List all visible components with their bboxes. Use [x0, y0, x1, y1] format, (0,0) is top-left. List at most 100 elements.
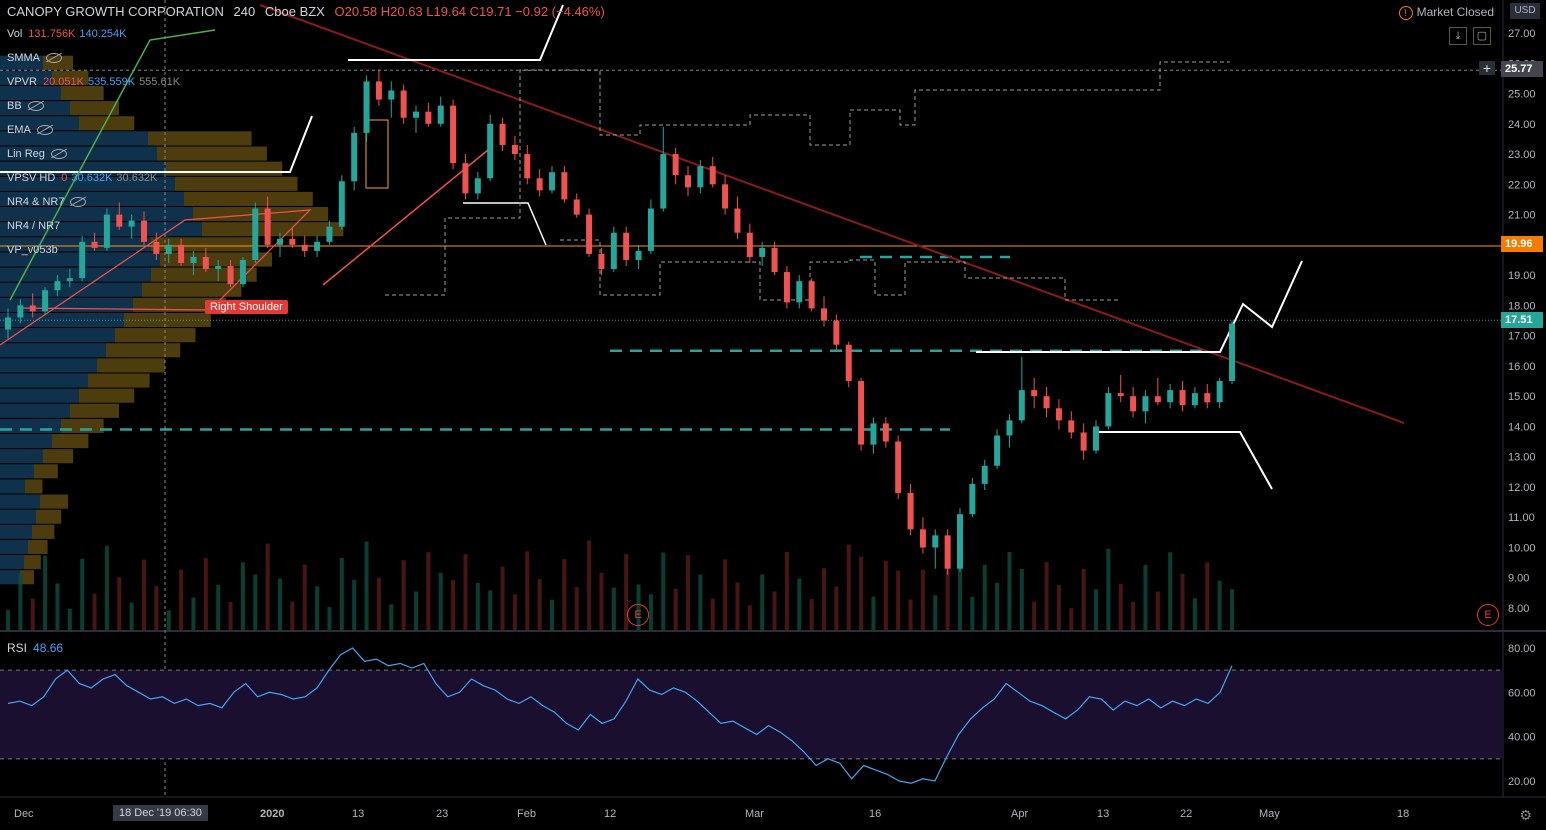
volume-bar — [871, 596, 876, 630]
candle-body — [709, 166, 716, 185]
candle-body — [351, 132, 358, 182]
indicator-row[interactable]: Vol 131.756K 140.254K — [7, 28, 127, 40]
volume-profile-bar-up — [0, 555, 24, 570]
candle-body — [796, 281, 803, 303]
indicator-row[interactable]: VPVR 20.051K 535.559K 555.61K — [7, 76, 180, 88]
candle-body — [808, 281, 815, 309]
candle-body — [1055, 408, 1062, 421]
price-chart[interactable]: 27.0026.0025.0024.0023.0022.0021.0020.00… — [0, 0, 1546, 830]
indicator-name: BB — [7, 100, 22, 112]
rsi-legend: RSI 48.66 — [7, 641, 63, 655]
indicator-row[interactable]: VP_v053b — [7, 244, 58, 256]
add-alert-button[interactable]: + — [1479, 61, 1495, 75]
indicator-row[interactable]: NR4 / NR7 — [7, 220, 60, 232]
candle-body — [1130, 396, 1137, 412]
candle-body — [994, 435, 1001, 466]
volume-profile-bar-up — [0, 570, 20, 585]
settings-gear-icon[interactable]: ⚙ — [1519, 807, 1532, 824]
rsi-label: RSI — [7, 641, 28, 655]
volume-bar — [797, 578, 802, 630]
volume-bar — [834, 586, 839, 630]
indicator-name: VPSV HD — [7, 172, 56, 184]
candle-body — [165, 244, 172, 254]
candle-body — [79, 241, 86, 279]
volume-bar — [550, 599, 554, 630]
volume-profile-bar-down — [61, 85, 104, 101]
candle-body — [1105, 393, 1112, 427]
volume-bar — [166, 610, 171, 630]
candle-body — [437, 105, 444, 124]
price-tick-label: 8.00 — [1508, 603, 1529, 615]
download-icon[interactable]: ⤓ — [1449, 27, 1467, 45]
volume-bar — [154, 586, 159, 630]
candle-body — [586, 214, 593, 254]
volume-bar — [982, 564, 987, 630]
indicator-row[interactable]: BB — [7, 100, 44, 112]
hidden-eye-icon[interactable] — [70, 197, 87, 208]
volume-profile-bar-up — [0, 343, 106, 358]
indicator-row[interactable]: EMA — [7, 124, 53, 136]
market-status-text: Market Closed — [1416, 5, 1494, 19]
earnings-marker-2[interactable]: E — [1477, 604, 1499, 626]
hidden-eye-icon[interactable] — [46, 53, 62, 64]
volume-bar — [80, 558, 85, 630]
hidden-eye-icon[interactable] — [50, 149, 67, 160]
price-tick-label: 23.00 — [1508, 149, 1536, 161]
volume-bar — [216, 584, 221, 630]
volume-bar — [92, 593, 97, 630]
indicator-name: Vol — [7, 28, 23, 40]
volume-bar — [463, 554, 468, 630]
candle-body — [919, 529, 926, 548]
candle-body — [450, 105, 457, 164]
earnings-marker-1[interactable]: E — [627, 604, 649, 626]
time-tick-label: 12 — [604, 808, 617, 820]
volume-bar — [290, 601, 295, 630]
candle-body — [1179, 390, 1186, 406]
indicator-row[interactable]: SMMA — [7, 52, 62, 64]
volume-bar — [859, 556, 864, 630]
volume-profile-bar-down — [157, 146, 267, 161]
right-shoulder-label[interactable]: Right Shoulder — [205, 300, 288, 314]
indicator-row[interactable]: Lin Reg — [7, 148, 67, 160]
price-tick-label: 25.00 — [1508, 89, 1536, 101]
candle-body — [907, 493, 914, 530]
candle-body — [54, 281, 61, 291]
candle-body — [969, 483, 976, 515]
price-tick-label: 15.00 — [1508, 391, 1536, 403]
candle-body — [338, 181, 345, 227]
candle-body — [1229, 323, 1235, 382]
candle-body — [227, 266, 234, 285]
volume-profile-bar-down — [166, 161, 283, 176]
volume-bar — [673, 588, 678, 630]
symbol-header[interactable]: CANOPY GROWTH CORPORATION 240 Cboe BZX O… — [7, 4, 605, 19]
currency-badge[interactable]: USD — [1510, 3, 1540, 19]
time-tick-label: May — [1259, 808, 1280, 820]
fullscreen-icon[interactable]: ▢ — [1473, 27, 1491, 45]
hidden-eye-icon[interactable] — [36, 125, 53, 136]
hidden-eye-icon[interactable] — [27, 101, 44, 112]
candle-body — [524, 154, 531, 179]
price-tick-label: 12.00 — [1508, 482, 1536, 494]
symbol-name[interactable]: CANOPY GROWTH CORPORATION — [7, 4, 224, 19]
volume-bar — [43, 555, 48, 630]
indicator-row[interactable]: VPSV HD 0 30.632K 30.632K — [7, 172, 157, 184]
candle-body — [870, 423, 877, 445]
volume-bar — [723, 559, 728, 630]
candle-body — [289, 238, 296, 245]
volume-profile-bar-down — [34, 464, 58, 479]
volume-bar — [278, 578, 282, 630]
rsi-axis[interactable]: 80.00 60.00 40.00 20.00 — [1508, 643, 1536, 788]
candle-body — [264, 208, 271, 245]
indicator-name: SMMA — [7, 52, 40, 64]
rsi-tick-label: 40.00 — [1508, 732, 1536, 744]
lower-band-step — [560, 239, 1120, 301]
volume-bar — [1230, 589, 1234, 630]
rsi-tick-label: 80.00 — [1508, 643, 1536, 655]
candle-body — [239, 259, 246, 285]
indicator-row[interactable]: NR4 & NR7 — [7, 196, 87, 208]
candle-body — [252, 208, 259, 260]
volume-bar — [1069, 608, 1074, 630]
volume-bar — [970, 597, 975, 630]
interval-label[interactable]: 240 — [234, 4, 256, 19]
volume-profile-bar-up — [0, 433, 52, 449]
